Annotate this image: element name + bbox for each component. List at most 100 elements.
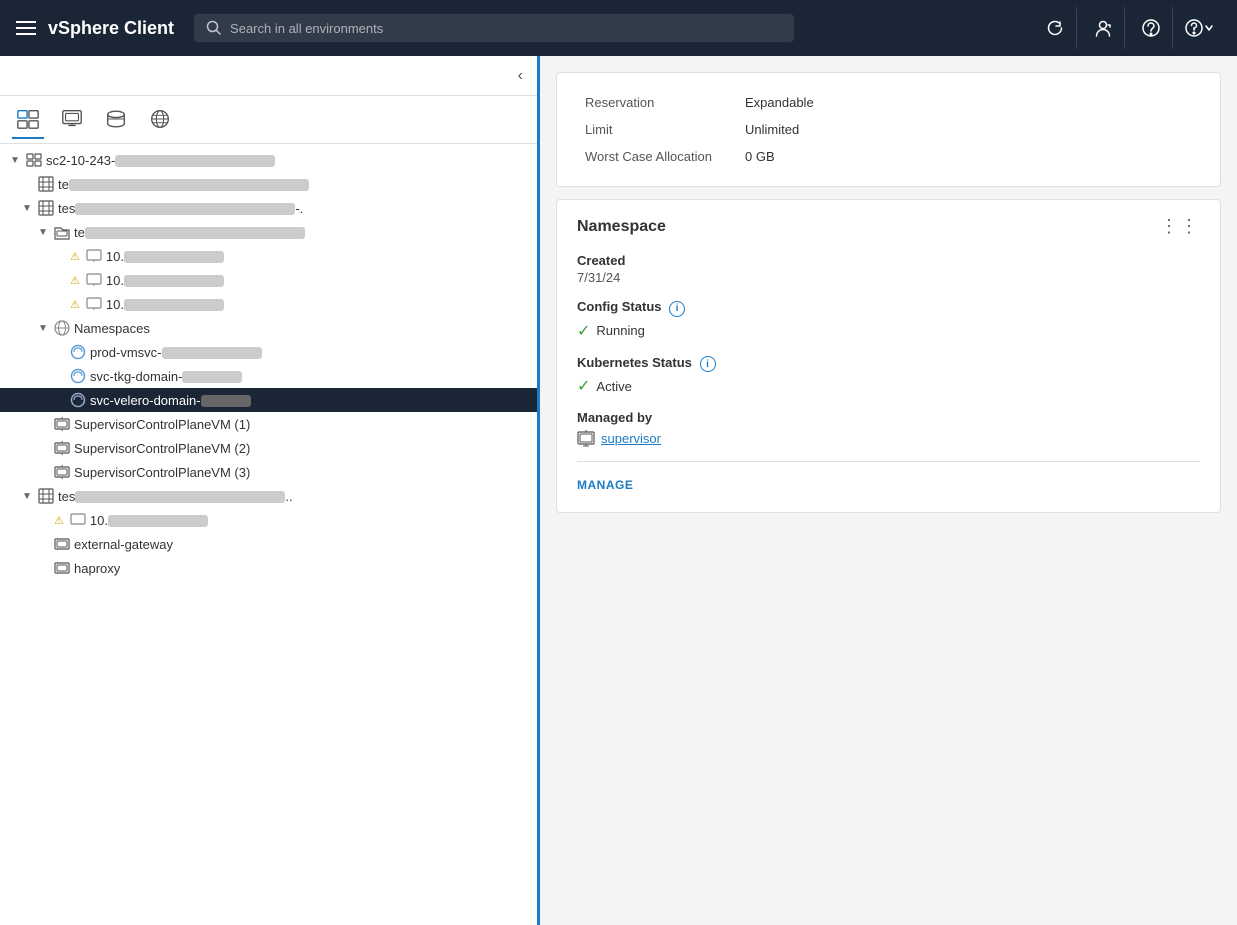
storage-icon [104,107,128,131]
managed-by-row: supervisor [577,429,1200,447]
right-panel: Reservation Expandable Limit Unlimited W… [540,56,1237,925]
tree-item-ip2[interactable]: ⚠ 10. [0,268,537,292]
worst-case-value: 0 GB [737,143,1200,170]
tree-label-ext-gw: external-gateway [74,537,173,552]
cluster-icon-1 [38,176,54,192]
manage-button[interactable]: MANAGE [577,474,633,496]
tree-label-ip4: 10. [90,513,208,528]
tree-label-scvm1: SupervisorControlPlaneVM (1) [74,417,250,432]
worst-case-key: Worst Case Allocation [577,143,737,170]
right-panel-content: Reservation Expandable Limit Unlimited W… [540,72,1237,925]
chevron-sc2: ▼ [8,153,22,167]
chevron-tes2: ▼ [20,201,34,215]
table-row-limit: Limit Unlimited [577,116,1200,143]
reservation-value: Expandable [737,89,1200,116]
app-title: vSphere Client [48,18,174,39]
refresh-button[interactable] [1033,6,1077,50]
k8s-status-value: Active [596,379,631,394]
tree-item-ip1[interactable]: ⚠ 10. [0,244,537,268]
tree-label-te1: te [58,177,309,192]
tree-item-namespaces[interactable]: ▼ Namespaces [0,316,537,340]
tree-panel: ▼ sc2-10-243- ▶ te [0,144,537,925]
config-status-value: Running [596,323,644,338]
vm-icon-ip3 [86,296,102,312]
k8s-status-check-icon: ✓ [577,376,590,396]
created-value: 7/31/24 [577,270,1200,285]
config-status-row: ✓ Running [577,321,1200,341]
tree-label-haproxy: haproxy [74,561,120,576]
chevron-tes4: ▼ [20,489,34,503]
tree-item-te3[interactable]: ▼ te [0,220,537,244]
network-icon [148,107,172,131]
tab-hosts-clusters[interactable] [12,101,44,139]
tree-item-scvm3[interactable]: SupervisorControlPlaneVM (3) [0,460,537,484]
tree-item-tes4[interactable]: ▼ tes.. [0,484,537,508]
feedback-button[interactable] [1129,6,1173,50]
search-bar[interactable]: Search in all environments [194,14,794,42]
tree-label-ip2: 10. [106,273,224,288]
vm-icon-ip2 [86,272,102,288]
k8s-status-row: ✓ Active [577,376,1200,396]
tree-item-tes2[interactable]: ▼ tes-. [0,196,537,220]
resource-table: Reservation Expandable Limit Unlimited W… [577,89,1200,170]
collapse-button[interactable]: ‹ [512,65,529,87]
table-row-worst-case: Worst Case Allocation 0 GB [577,143,1200,170]
vm-icon-ip4 [70,512,86,528]
warn-icon-ip4: ⚠ [54,514,64,527]
hamburger-menu[interactable] [16,21,36,35]
warn-icon-ip2: ⚠ [70,274,80,287]
config-status-label: Config Status i [577,299,1200,317]
help-chevron-icon [1204,23,1214,33]
cluster-folder-icon [54,224,70,240]
tree-label-ip3: 10. [106,297,224,312]
hosts-clusters-icon [16,107,40,131]
search-icon [206,20,222,36]
namespace-dots-menu[interactable]: ⋮⋮ [1160,216,1200,237]
tree-label-tes4: tes.. [58,489,293,504]
k8s-status-info-icon[interactable]: i [700,356,716,372]
tree-label-te3: te [74,225,305,240]
limit-value: Unlimited [737,116,1200,143]
tree-label-ip1: 10. [106,249,224,264]
tree-item-ip4[interactable]: ⚠ 10. [0,508,537,532]
tab-storage[interactable] [100,101,132,139]
tree-label-scvm3: SupervisorControlPlaneVM (3) [74,465,250,480]
tree-label-svc-tkg: svc-tkg-domain- [90,369,242,384]
tree-item-scvm1[interactable]: SupervisorControlPlaneVM (1) [0,412,537,436]
config-status-info-icon[interactable]: i [669,301,685,317]
chevron-namespaces: ▼ [36,321,50,335]
namespace-item-icon-tkg [70,368,86,384]
tree-item-scvm2[interactable]: SupervisorControlPlaneVM (2) [0,436,537,460]
scvm-icon-extgw [54,536,70,552]
tree-item-prod-vmsvc[interactable]: prod-vmsvc- [0,340,537,364]
tree-label-scvm2: SupervisorControlPlaneVM (2) [74,441,250,456]
help-button[interactable] [1177,6,1221,50]
ns-k8s-status-section: Kubernetes Status i ✓ Active [577,355,1200,397]
tree-item-svc-tkg[interactable]: svc-tkg-domain- [0,364,537,388]
supervisor-link[interactable]: supervisor [601,431,661,446]
tree-item-haproxy[interactable]: haproxy [0,556,537,580]
main-layout: ‹ [0,56,1237,925]
vcenter-icon [26,152,42,168]
search-placeholder: Search in all environments [230,21,383,36]
scvm-icon-haproxy [54,560,70,576]
tab-vms-templates[interactable] [56,101,88,139]
k8s-status-label: Kubernetes Status i [577,355,1200,373]
tree-label-sc2: sc2-10-243- [46,153,275,168]
tree-item-svc-velero[interactable]: svc-velero-domain- [0,388,537,412]
tree-item-te1[interactable]: ▶ te [0,172,537,196]
tree-item-ip3[interactable]: ⚠ 10. [0,292,537,316]
tree-label-tes2: tes-. [58,201,303,216]
ns-config-status-section: Config Status i ✓ Running [577,299,1200,341]
tab-networking[interactable] [144,101,176,139]
chevron-te3: ▼ [36,225,50,239]
left-panel: ‹ [0,56,540,925]
user-button[interactable] [1081,6,1125,50]
created-label: Created [577,253,1200,268]
scvm-icon-2 [54,440,70,456]
cluster-icon-4 [38,488,54,504]
tree-item-sc2[interactable]: ▼ sc2-10-243- [0,148,537,172]
tree-item-ext-gw[interactable]: external-gateway [0,532,537,556]
namespace-item-icon-prod [70,344,86,360]
resource-card: Reservation Expandable Limit Unlimited W… [556,72,1221,187]
